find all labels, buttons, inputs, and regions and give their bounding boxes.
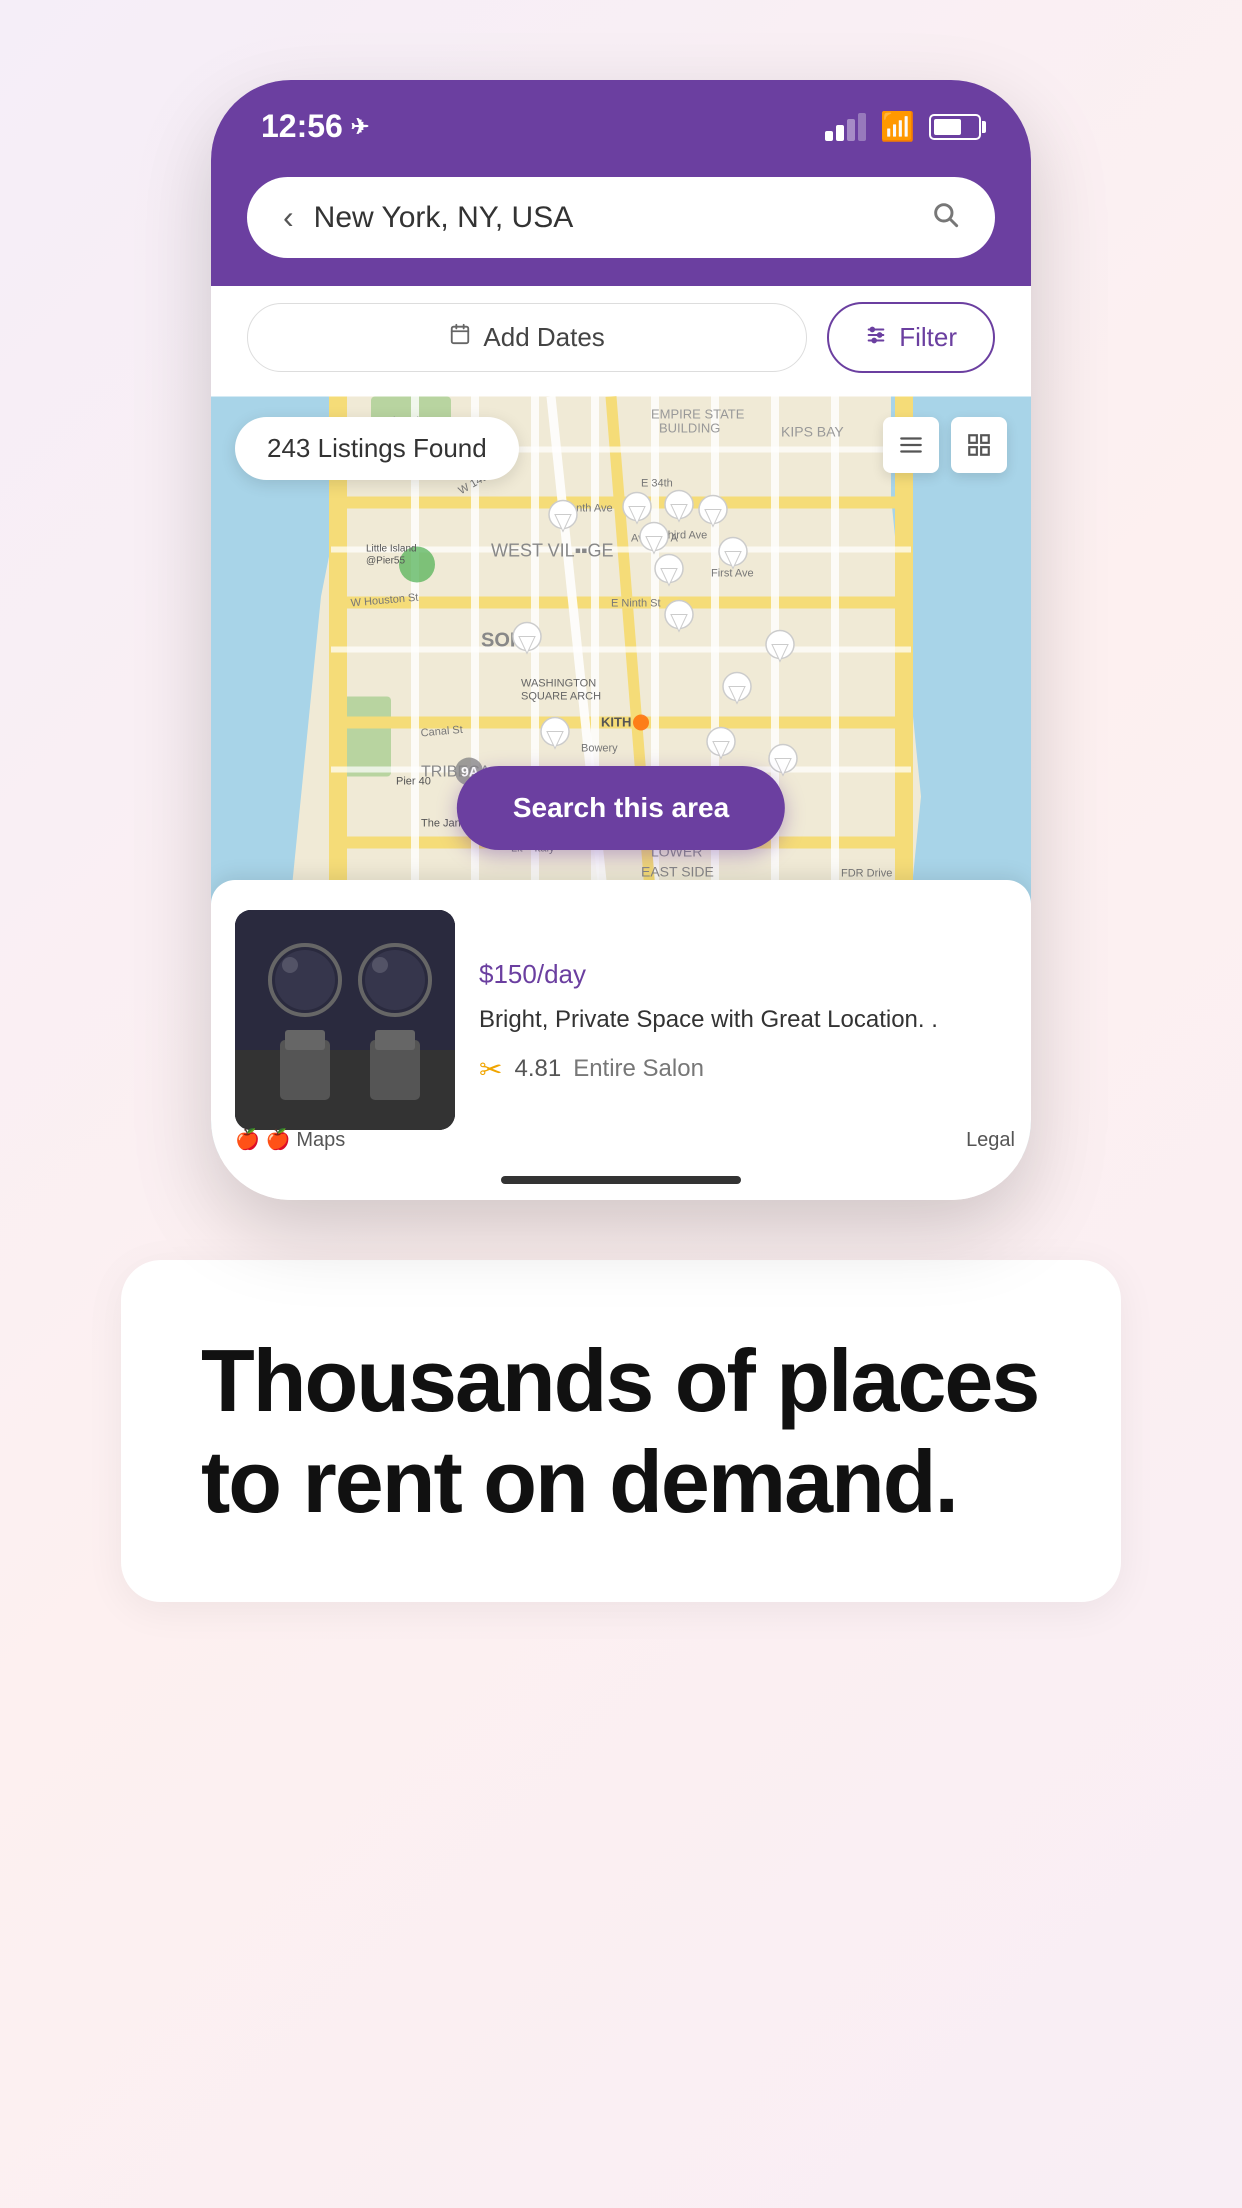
list-view-icon[interactable] xyxy=(883,417,939,473)
listing-meta: ✂ 4.81 Entire Salon xyxy=(479,1053,1007,1086)
calendar-icon xyxy=(449,323,471,352)
location-arrow-icon: ✈ xyxy=(351,114,369,140)
legal-link[interactable]: Legal xyxy=(966,1129,1015,1152)
listings-count-text: 243 Listings Found xyxy=(267,433,487,464)
price-unit: /day xyxy=(537,959,586,989)
filter-label: Filter xyxy=(899,322,957,353)
add-dates-button[interactable]: Add Dates xyxy=(247,303,807,372)
view-toggle xyxy=(883,417,1007,473)
svg-text:KIPS BAY: KIPS BAY xyxy=(781,424,844,440)
listing-price: $150/day xyxy=(479,954,1007,991)
signal-bar-2 xyxy=(836,125,844,141)
battery-fill xyxy=(934,119,961,135)
bottom-headline: Thousands of places to rent on demand. xyxy=(201,1330,1041,1532)
listing-image xyxy=(235,910,455,1130)
home-bar xyxy=(501,1176,741,1184)
apple-logo: 🍎 xyxy=(235,1127,260,1152)
svg-text:WASHINGTON: WASHINGTON xyxy=(521,678,596,690)
svg-text:KITH: KITH xyxy=(601,715,631,730)
search-magnifier-icon[interactable] xyxy=(931,200,959,236)
bottom-text-section: Thousands of places to rent on demand. xyxy=(121,1260,1121,1602)
svg-text:Pier 40: Pier 40 xyxy=(396,776,431,788)
svg-text:Bowery: Bowery xyxy=(581,743,618,755)
person-icon: ✂ xyxy=(479,1053,502,1086)
status-bar: 12:56 ✈ 📶 xyxy=(211,80,1031,161)
svg-text:SQUARE ARCH: SQUARE ARCH xyxy=(521,691,601,703)
svg-text:First Ave: First Ave xyxy=(711,568,754,580)
search-area-button[interactable]: Search this area xyxy=(457,766,785,850)
svg-text:FDR Drive: FDR Drive xyxy=(841,868,892,880)
signal-bar-3 xyxy=(847,119,855,141)
home-indicator xyxy=(211,1160,1031,1200)
listing-info: $150/day Bright, Private Space with Grea… xyxy=(479,954,1007,1086)
signal-bar-4 xyxy=(858,113,866,141)
listing-rating: 4.81 xyxy=(514,1055,561,1083)
phone-frame: 12:56 ✈ 📶 ‹ New York, NY, USA xyxy=(211,80,1031,1200)
svg-text:WEST VIL▪▪GE: WEST VIL▪▪GE xyxy=(491,541,613,561)
maps-credit-text: 🍎 Maps xyxy=(266,1127,345,1152)
grid-view-icon[interactable] xyxy=(951,417,1007,473)
listing-type: Entire Salon xyxy=(573,1055,704,1083)
status-time: 12:56 ✈ xyxy=(261,108,369,145)
map-container[interactable]: WEST VIL▪▪GE SOHO TRIBECA CHINATOWN New … xyxy=(211,393,1031,1160)
wifi-icon: 📶 xyxy=(880,110,915,143)
listings-found-badge: 243 Listings Found xyxy=(235,417,519,480)
back-icon[interactable]: ‹ xyxy=(283,199,294,236)
add-dates-label: Add Dates xyxy=(483,322,604,353)
svg-text:EMPIRE STATE: EMPIRE STATE xyxy=(651,407,745,422)
listing-card[interactable]: $150/day Bright, Private Space with Grea… xyxy=(211,880,1031,1160)
status-icons: 📶 xyxy=(825,110,981,143)
svg-text:EAST SIDE: EAST SIDE xyxy=(641,864,714,880)
maps-branding: 🍎 🍎 Maps xyxy=(235,1127,345,1152)
filter-sliders-icon xyxy=(865,324,887,352)
legal-text: Legal xyxy=(966,1129,1015,1151)
search-area-label: Search this area xyxy=(513,792,729,823)
signal-bars xyxy=(825,113,866,141)
search-location-text: New York, NY, USA xyxy=(314,201,911,235)
svg-text:E 34th: E 34th xyxy=(641,478,673,490)
battery-icon xyxy=(929,114,981,140)
search-area-container: ‹ New York, NY, USA xyxy=(211,161,1031,286)
signal-bar-1 xyxy=(825,131,833,141)
svg-text:E Ninth St: E Ninth St xyxy=(611,598,661,610)
svg-text:BUILDING: BUILDING xyxy=(659,421,720,436)
listing-title: Bright, Private Space with Great Locatio… xyxy=(479,1003,1007,1037)
svg-text:@Pier55: @Pier55 xyxy=(366,556,405,567)
svg-text:Little Island: Little Island xyxy=(366,544,417,555)
filter-button[interactable]: Filter xyxy=(827,302,995,373)
price-value: $150 xyxy=(479,959,537,989)
filter-row: Add Dates Filter xyxy=(211,286,1031,393)
search-bar[interactable]: ‹ New York, NY, USA xyxy=(247,177,995,258)
time-display: 12:56 xyxy=(261,108,343,145)
